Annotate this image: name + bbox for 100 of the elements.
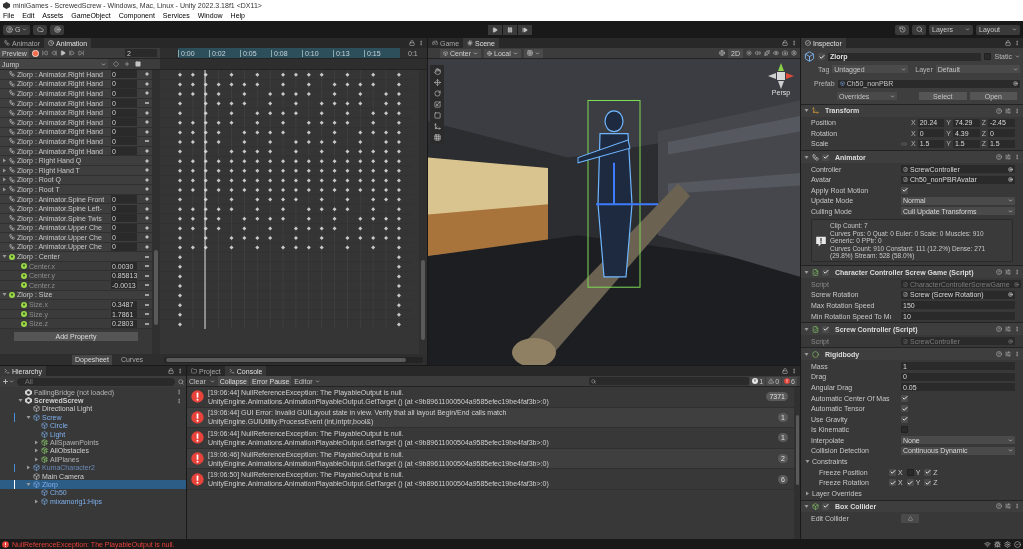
presets-icon[interactable] — [1005, 107, 1011, 114]
collapse-arrow-icon[interactable] — [804, 154, 809, 160]
scrollbar-thumb[interactable] — [421, 260, 425, 340]
help-icon[interactable] — [996, 351, 1002, 358]
more-options-icon[interactable] — [1014, 351, 1020, 358]
expand-arrow-icon[interactable] — [34, 448, 39, 454]
no-key-icon[interactable] — [145, 265, 149, 268]
debug-icon[interactable] — [994, 540, 1001, 548]
checkbox[interactable] — [889, 479, 896, 487]
checkbox[interactable] — [822, 502, 829, 510]
network-icon[interactable] — [984, 540, 991, 548]
keyframe-icon[interactable] — [145, 235, 149, 240]
more-options-icon[interactable] — [177, 368, 183, 374]
services-button[interactable] — [50, 24, 65, 35]
checkbox[interactable] — [984, 53, 992, 60]
presets-icon[interactable] — [1005, 351, 1011, 358]
checkbox[interactable] — [822, 268, 829, 276]
collapse-arrow-icon[interactable] — [804, 269, 809, 275]
checkbox[interactable] — [822, 153, 829, 161]
no-key-icon[interactable] — [145, 313, 149, 316]
more-options-icon[interactable] — [1014, 154, 1020, 161]
more-options-icon[interactable] — [791, 40, 797, 46]
help-icon[interactable] — [996, 154, 1002, 161]
cloud-button[interactable] — [33, 24, 48, 35]
scrollbar-thumb[interactable] — [154, 250, 158, 325]
checkbox[interactable] — [889, 468, 896, 476]
first-key-icon[interactable] — [41, 50, 48, 56]
no-key-icon[interactable] — [145, 284, 149, 287]
globe-icon[interactable] — [719, 50, 726, 56]
step-button[interactable] — [517, 24, 532, 35]
scrollbar-thumb[interactable] — [795, 415, 799, 485]
expand-arrow-icon[interactable] — [2, 167, 7, 173]
search-button[interactable] — [912, 24, 926, 35]
collapse-arrow-icon[interactable] — [804, 351, 809, 357]
expand-arrow-icon[interactable] — [805, 490, 810, 496]
more-options-icon[interactable] — [1014, 107, 1020, 114]
checkbox[interactable] — [901, 426, 908, 434]
no-key-icon[interactable] — [145, 303, 149, 306]
audio-icon[interactable] — [755, 50, 761, 56]
collapse-arrow-icon[interactable] — [805, 459, 810, 465]
keyframe-icon[interactable] — [145, 245, 149, 249]
effects-icon[interactable] — [764, 50, 770, 56]
edit-collider-button[interactable] — [901, 513, 919, 523]
search-icon[interactable] — [178, 378, 184, 385]
checkbox[interactable] — [906, 468, 914, 476]
no-key-icon[interactable] — [145, 293, 149, 296]
keyframe-icon[interactable] — [145, 72, 149, 77]
no-key-icon[interactable] — [145, 322, 149, 325]
lock-icon[interactable] — [409, 40, 415, 46]
add-event-icon[interactable] — [135, 61, 141, 67]
keyframe-icon[interactable] — [145, 81, 149, 86]
visibility-icon[interactable] — [773, 50, 779, 56]
checkbox[interactable] — [924, 468, 932, 476]
keyframe-icon[interactable] — [145, 149, 149, 154]
transform-icon[interactable] — [433, 123, 441, 130]
checkbox[interactable] — [901, 186, 908, 194]
hand-icon[interactable] — [433, 68, 441, 75]
presets-icon[interactable] — [1005, 326, 1011, 333]
lock-icon[interactable] — [782, 40, 788, 46]
more-options-icon[interactable] — [1014, 503, 1020, 510]
presets-icon[interactable] — [1005, 154, 1011, 161]
expand-arrow-icon[interactable] — [2, 158, 7, 164]
no-key-icon[interactable] — [145, 102, 149, 105]
collapse-arrow-icon[interactable] — [26, 414, 31, 420]
expand-arrow-icon[interactable] — [34, 498, 39, 504]
lock-icon[interactable] — [168, 368, 174, 374]
lock-icon[interactable] — [1005, 40, 1011, 46]
scale-icon[interactable] — [433, 101, 441, 108]
checkbox[interactable] — [906, 479, 914, 487]
expand-arrow-icon[interactable] — [2, 177, 7, 183]
keyframe-icon[interactable] — [145, 216, 149, 221]
collapse-arrow-icon[interactable] — [26, 482, 31, 487]
keyframe-icon[interactable] — [145, 129, 149, 134]
keyframe-icon[interactable] — [145, 91, 149, 96]
checkbox[interactable] — [901, 394, 908, 402]
snap-dropdown[interactable] — [523, 48, 543, 58]
gizmo-icon[interactable] — [791, 50, 797, 56]
presets-icon[interactable] — [1005, 269, 1011, 276]
camera-icon[interactable] — [782, 50, 788, 56]
last-key-icon[interactable] — [77, 50, 84, 56]
no-key-icon[interactable] — [145, 255, 149, 258]
more-options-icon[interactable] — [1014, 40, 1020, 46]
history-button[interactable] — [895, 24, 909, 35]
record-button[interactable] — [31, 49, 39, 57]
keyframe-icon[interactable] — [145, 206, 149, 211]
rect-tool-icon[interactable] — [433, 112, 441, 119]
collapse-arrow-icon[interactable] — [18, 398, 23, 404]
keyframe-icon[interactable] — [145, 187, 149, 192]
collapse-arrow-icon[interactable] — [2, 254, 7, 260]
presets-icon[interactable] — [1005, 503, 1011, 510]
collapse-arrow-icon[interactable] — [2, 292, 7, 298]
checkbox[interactable] — [822, 325, 829, 333]
collapse-arrow-icon[interactable] — [804, 326, 809, 332]
settings-icon[interactable] — [1004, 540, 1011, 548]
light-icon[interactable] — [746, 50, 752, 56]
keyframe-icon[interactable] — [145, 158, 149, 163]
grid-icon[interactable] — [433, 134, 441, 141]
check-icon[interactable] — [1014, 540, 1021, 548]
help-icon[interactable] — [996, 503, 1002, 510]
collapse-arrow-icon[interactable] — [804, 108, 809, 114]
